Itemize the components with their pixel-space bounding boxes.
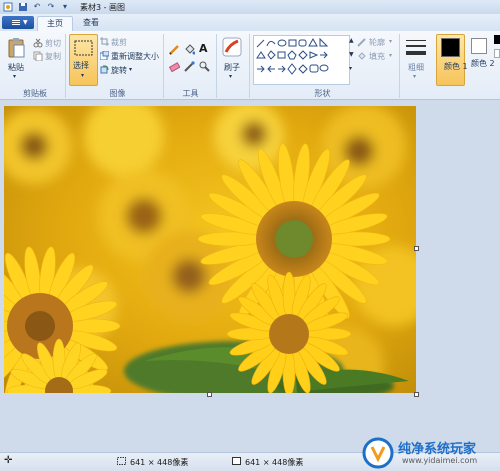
- outline-dropdown-icon[interactable]: ▾: [389, 38, 392, 45]
- cut-icon[interactable]: [33, 38, 43, 50]
- group-divider: [249, 34, 250, 98]
- eraser-icon[interactable]: [168, 61, 181, 74]
- tools-group-label: 工具: [182, 89, 199, 98]
- copy-icon[interactable]: [33, 51, 43, 63]
- text-tool-icon[interactable]: A: [199, 42, 208, 55]
- size-dropdown-icon[interactable]: ▾: [413, 73, 416, 80]
- magnifier-icon[interactable]: [199, 61, 210, 74]
- ribbon: 粘贴 ▾ 剪切 复制 剪贴板 选择 ▾ 裁剪 重新调整大小 旋转 ▾ 图像 A: [0, 31, 500, 100]
- crop-button[interactable]: 裁剪: [111, 37, 127, 48]
- shapes-group-label: 形状: [314, 89, 331, 98]
- select-rectangle-icon: [74, 40, 93, 56]
- shapes-gallery-icons: [256, 37, 329, 75]
- outline-button[interactable]: 轮廓: [369, 37, 385, 48]
- rotate-dropdown-icon[interactable]: ▾: [129, 66, 132, 73]
- selection-size: 641 × 448像素: [130, 458, 189, 467]
- save-icon[interactable]: [18, 2, 28, 12]
- palette-color-black[interactable]: [494, 35, 500, 44]
- sunflower-photo: [4, 106, 416, 393]
- palette-color-white[interactable]: [494, 49, 500, 58]
- redo-icon[interactable]: ↷: [46, 2, 56, 12]
- paste-icon[interactable]: [7, 37, 27, 61]
- color2-button[interactable]: 颜色 2: [466, 34, 495, 84]
- color2-label: 颜色 2: [471, 59, 495, 68]
- resize-handle-bottom[interactable]: [207, 392, 212, 397]
- chevron-down-icon: ▾: [81, 72, 85, 79]
- image-size-icon: [232, 457, 241, 467]
- image-group-label: 图像: [109, 89, 126, 98]
- resize-button[interactable]: 重新调整大小: [111, 51, 159, 62]
- app-icon[interactable]: [3, 2, 13, 12]
- image-canvas[interactable]: [4, 106, 416, 393]
- paste-dropdown-icon[interactable]: ▾: [13, 73, 16, 80]
- resize-icon[interactable]: [99, 50, 110, 62]
- resize-handle-corner[interactable]: [414, 392, 419, 397]
- group-divider: [163, 34, 164, 98]
- cursor-position-icon: ✛: [4, 455, 13, 466]
- watermark-url: www.yidaimei.com: [402, 456, 478, 465]
- undo-icon[interactable]: ↶: [32, 2, 42, 12]
- pencil-icon[interactable]: [169, 44, 180, 57]
- size-button[interactable]: 粗细: [408, 62, 424, 73]
- clipboard-group-label: 剪贴板: [23, 89, 47, 98]
- title-bar: ↶ ↷ ▾ 素材3 - 画图: [0, 0, 500, 15]
- rotate-button[interactable]: 旋转: [111, 65, 127, 76]
- crop-icon[interactable]: [100, 37, 109, 48]
- group-divider: [216, 34, 217, 98]
- outline-icon[interactable]: [357, 37, 367, 49]
- shapes-expand-icon[interactable]: ▾: [349, 65, 352, 72]
- select-button[interactable]: 选择 ▾: [69, 34, 98, 86]
- color1-button[interactable]: 颜色 1: [436, 34, 468, 86]
- color-picker-icon[interactable]: [184, 61, 195, 74]
- tab-view[interactable]: 查看: [74, 16, 108, 30]
- brushes-dropdown-icon[interactable]: ▾: [229, 73, 232, 80]
- color2-swatch: [471, 38, 487, 54]
- paint-menu-button[interactable]: ▼: [2, 16, 34, 29]
- selection-size-icon: [117, 457, 126, 467]
- fill-icon[interactable]: [357, 51, 367, 63]
- menu-icon: [12, 20, 20, 21]
- paste-button[interactable]: 粘贴: [8, 62, 24, 73]
- window-title: 素材3 - 画图: [80, 3, 126, 12]
- shapes-scroll-down-icon[interactable]: ▼: [349, 51, 354, 58]
- ribbon-tab-row: ▼ 主页 查看: [0, 14, 500, 32]
- brushes-button[interactable]: 刷子: [224, 62, 240, 73]
- cut-button[interactable]: 剪切: [45, 38, 61, 49]
- resize-handle-right[interactable]: [414, 246, 419, 251]
- fill-button[interactable]: 填充: [369, 51, 385, 62]
- shapes-gallery[interactable]: [253, 35, 350, 85]
- size-lines-icon[interactable]: [405, 37, 427, 59]
- image-size: 641 × 448像素: [245, 458, 304, 467]
- tab-home[interactable]: 主页: [37, 16, 73, 31]
- watermark-name: 纯净系统玩家: [398, 442, 477, 457]
- shapes-scroll-up-icon[interactable]: ▲: [349, 37, 354, 44]
- group-divider: [399, 34, 400, 98]
- group-divider: [65, 34, 66, 98]
- chevron-down-icon: ▼: [23, 19, 28, 26]
- watermark-logo: 纯净系统玩家 www.yidaimei.com: [362, 437, 498, 469]
- select-label: 选择: [73, 61, 89, 70]
- brushes-icon[interactable]: [221, 36, 243, 60]
- rotate-icon[interactable]: [100, 65, 109, 76]
- customize-quick-access-icon[interactable]: ▾: [60, 2, 70, 12]
- fill-dropdown-icon[interactable]: ▾: [389, 52, 392, 59]
- fill-bucket-icon[interactable]: [184, 44, 196, 57]
- copy-button[interactable]: 复制: [45, 51, 61, 62]
- watermark-icon: [362, 437, 394, 469]
- color1-swatch: [441, 38, 460, 57]
- color1-label: 颜色 1: [444, 62, 468, 71]
